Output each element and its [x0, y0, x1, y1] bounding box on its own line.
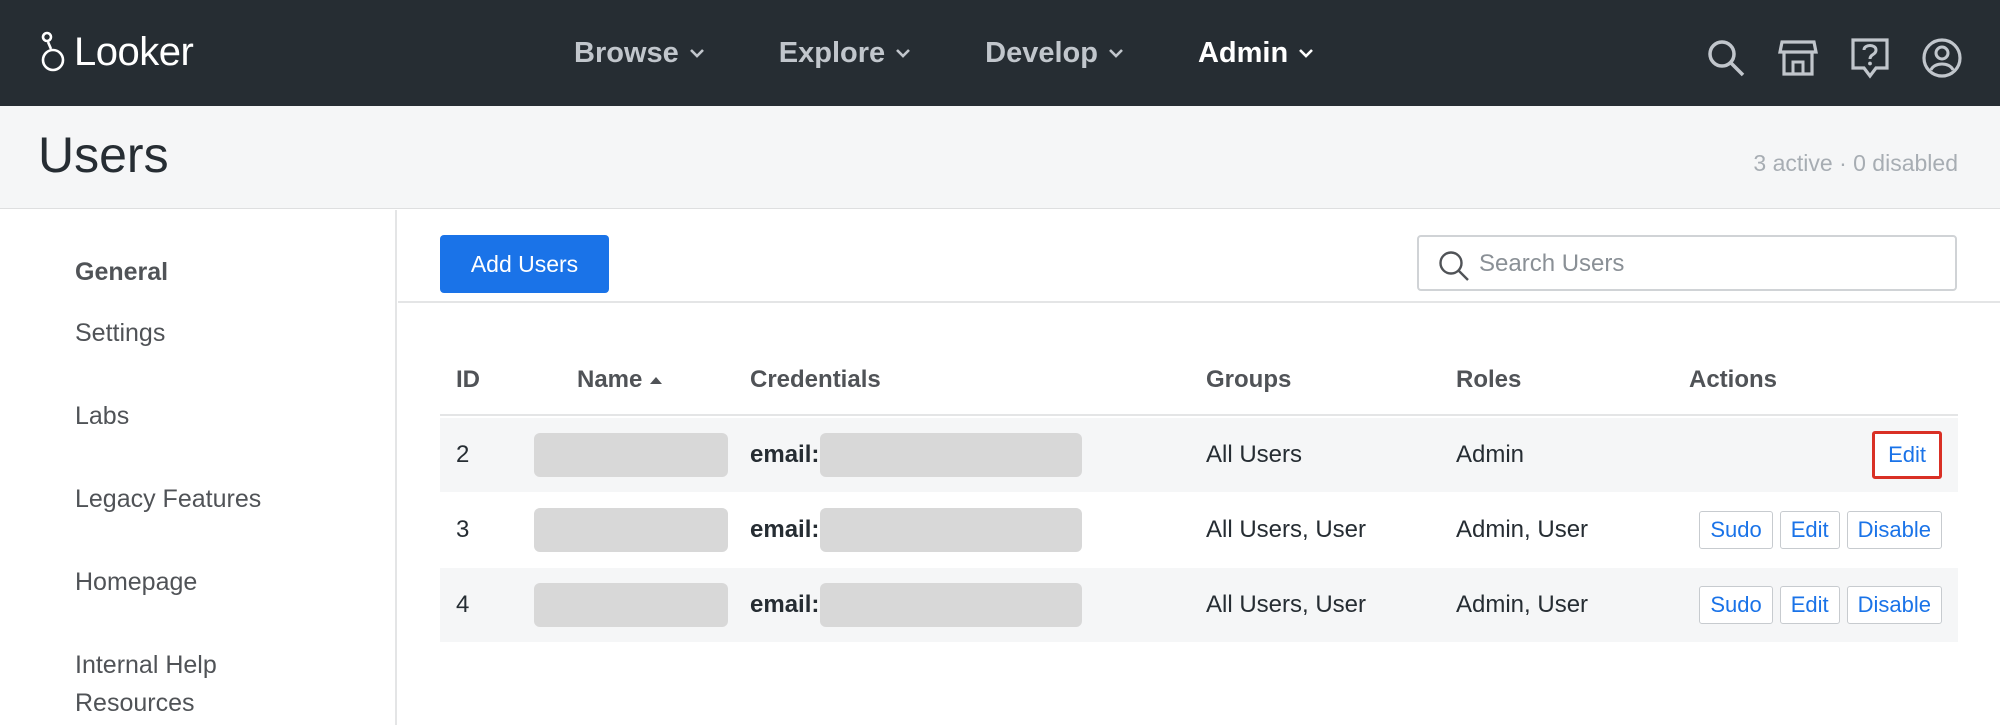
user-groups: All Users, User: [1206, 516, 1367, 543]
edit-button[interactable]: Edit: [1779, 511, 1840, 549]
disable-button[interactable]: Disable: [1846, 511, 1942, 549]
sudo-button[interactable]: Sudo: [1699, 511, 1773, 549]
column-header-actions: Actions: [1689, 366, 1778, 393]
user-count-summary: 3 active · 0 disabled: [1753, 150, 1958, 176]
row-actions: Sudo Edit Disable: [1692, 568, 1942, 642]
chevron-down-icon: [1299, 49, 1314, 58]
app-name: Looker: [74, 30, 194, 74]
sidebar-item-homepage[interactable]: Homepage: [75, 563, 197, 601]
looker-logo[interactable]: Looker: [38, 30, 194, 75]
redacted-name: [534, 508, 728, 552]
user-roles: Admin: [1456, 441, 1525, 468]
users-toolbar: Add Users: [398, 210, 2000, 303]
redacted-name: [534, 583, 728, 627]
credential-label: email:: [750, 441, 820, 468]
user-id: 2: [456, 441, 470, 468]
search-icon[interactable]: [1704, 36, 1748, 80]
credential-label: email:: [750, 591, 820, 618]
search-users-box[interactable]: [1417, 235, 1957, 291]
user-roles: Admin, User: [1456, 516, 1589, 543]
main-nav: Browse Explore Develop Admin: [574, 0, 1388, 106]
sidebar-item-settings[interactable]: Settings: [75, 314, 165, 352]
top-navigation-bar: Looker Browse Explore Develop Admin: [0, 0, 2000, 106]
sidebar-heading-general: General: [75, 258, 169, 286]
page-header: Users 3 active · 0 disabled: [0, 106, 2000, 209]
chevron-down-icon: [689, 49, 704, 58]
user-groups: All Users, User: [1206, 591, 1367, 618]
nav-admin-label: Admin: [1197, 36, 1289, 69]
user-id: 3: [456, 516, 470, 543]
page-title: Users: [38, 127, 169, 183]
nav-browse[interactable]: Browse: [574, 37, 705, 70]
column-header-id[interactable]: ID: [456, 366, 480, 394]
edit-button[interactable]: Edit: [1872, 431, 1942, 479]
table-header: ID Name Credentials Groups Roles Actions: [440, 356, 1958, 416]
table-row: 4 email: All Users, User Admin, User Sud…: [440, 568, 1958, 642]
marketplace-icon[interactable]: [1776, 36, 1820, 80]
user-roles: Admin, User: [1456, 591, 1589, 618]
account-icon[interactable]: [1920, 36, 1964, 80]
user-id: 4: [456, 591, 470, 618]
table-row: 3 email: All Users, User Admin, User Sud…: [440, 493, 1958, 567]
chevron-down-icon: [896, 49, 911, 58]
disable-button[interactable]: Disable: [1846, 586, 1942, 624]
sudo-button[interactable]: Sudo: [1699, 586, 1773, 624]
chevron-down-icon: [1109, 49, 1123, 58]
top-icon-group: [1676, 36, 1964, 80]
credential-label: email:: [750, 516, 820, 543]
sidebar-item-legacy-features[interactable]: Legacy Features: [75, 480, 261, 518]
add-users-button[interactable]: Add Users: [440, 235, 609, 293]
row-actions: Edit: [1865, 418, 1942, 492]
column-header-name[interactable]: Name: [577, 366, 664, 394]
help-icon[interactable]: [1848, 36, 1892, 80]
nav-explore-label: Explore: [778, 36, 886, 69]
nav-admin[interactable]: Admin: [1198, 37, 1314, 70]
column-header-groups[interactable]: Groups: [1206, 366, 1291, 394]
sidebar-item-internal-help[interactable]: Internal Help: [75, 646, 217, 684]
sidebar-item-resources[interactable]: Resources: [75, 684, 195, 722]
column-header-name-label: Name: [577, 366, 643, 393]
column-header-credentials[interactable]: Credentials: [750, 366, 881, 394]
admin-sidebar: General Settings Labs Legacy Features Ho…: [0, 210, 397, 725]
row-actions: Sudo Edit Disable: [1692, 493, 1942, 567]
column-header-roles[interactable]: Roles: [1456, 366, 1521, 394]
nav-develop-label: Develop: [985, 36, 1098, 69]
nav-develop[interactable]: Develop: [985, 37, 1124, 70]
redacted-email: [820, 583, 1082, 627]
table-row: 2 email: All Users Admin Edit: [440, 418, 1958, 492]
search-icon: [1439, 251, 1469, 281]
redacted-email: [820, 433, 1082, 477]
sort-ascending-icon: [650, 377, 663, 384]
search-users-input[interactable]: [1479, 247, 1939, 281]
nav-browse-label: Browse: [574, 36, 679, 69]
looker-logo-icon: [41, 31, 65, 71]
redacted-email: [820, 508, 1082, 552]
nav-explore[interactable]: Explore: [779, 37, 911, 70]
edit-button[interactable]: Edit: [1779, 586, 1840, 624]
user-groups: All Users: [1206, 441, 1303, 468]
main-content: Add Users ID Name Credentials Groups Rol…: [398, 210, 2000, 725]
redacted-name: [534, 433, 728, 477]
sidebar-item-labs[interactable]: Labs: [75, 397, 129, 435]
